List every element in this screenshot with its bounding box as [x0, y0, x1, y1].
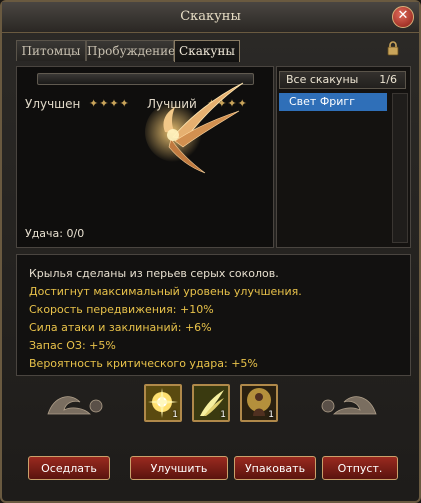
description-line: Вероятность критического удара: +5% — [29, 357, 258, 370]
all-mounts-label: Все скакуны — [286, 73, 359, 86]
mount-list-item[interactable]: Свет Фригг — [279, 93, 387, 111]
mount-list-panel: Все скакуны 1/6 Свет Фригг — [276, 66, 411, 248]
item-slot[interactable]: 1 — [144, 384, 182, 422]
upgraded-label: Улучшен — [25, 97, 81, 111]
right-ornament-icon — [321, 396, 377, 415]
item-count: 1 — [268, 410, 274, 420]
item-slot[interactable]: 1 — [240, 384, 278, 422]
mount-count: 1/6 — [379, 73, 397, 86]
item-slot-bar: 1 1 1 — [16, 382, 409, 432]
description-line: Запас ОЗ: +5% — [29, 339, 116, 352]
close-icon[interactable]: ✕ — [392, 6, 414, 28]
window-title: Скакуны — [180, 9, 241, 24]
mount-preview-panel: Улучшен ✦✦✦✦ Лучший ✦✦✦✦ Удача: 0/0 — [16, 66, 274, 248]
luck-text: Удача: 0/0 — [25, 227, 85, 240]
mount-wings-image — [145, 82, 244, 174]
mounts-window: Скакуны ✕ Питомцы Пробуждение Скакуны Ул… — [0, 0, 421, 503]
mount-button[interactable]: Оседлать — [28, 456, 110, 480]
mount-description-panel: Крылья сделаны из перьев серых соколов. … — [16, 254, 411, 376]
item-slot[interactable]: 1 — [192, 384, 230, 422]
left-ornament-icon — [47, 396, 103, 415]
window-titlebar[interactable]: Скакуны ✕ — [2, 2, 419, 33]
pack-button[interactable]: Упаковать — [234, 456, 316, 480]
upgrade-button[interactable]: Улучшить — [130, 456, 228, 480]
tab-pets[interactable]: Питомцы — [16, 40, 86, 61]
description-line: Достигнут максимальный уровень улучшения… — [29, 285, 302, 298]
item-count: 1 — [220, 410, 226, 420]
release-button[interactable]: Отпуст. — [322, 456, 398, 480]
item-count: 1 — [172, 410, 178, 420]
lock-icon[interactable] — [385, 40, 401, 56]
tab-mounts[interactable]: Скакуны — [174, 40, 240, 62]
tab-awakening[interactable]: Пробуждение — [86, 40, 175, 61]
description-line: Крылья сделаны из перьев серых соколов. — [29, 267, 279, 280]
description-line: Сила атаки и заклинаний: +6% — [29, 321, 212, 334]
upgraded-stars: ✦✦✦✦ — [89, 97, 130, 110]
mount-list-header[interactable]: Все скакуны 1/6 — [279, 71, 406, 89]
mount-list-scrollbar[interactable] — [392, 93, 408, 243]
description-line: Скорость передвижения: +10% — [29, 303, 214, 316]
